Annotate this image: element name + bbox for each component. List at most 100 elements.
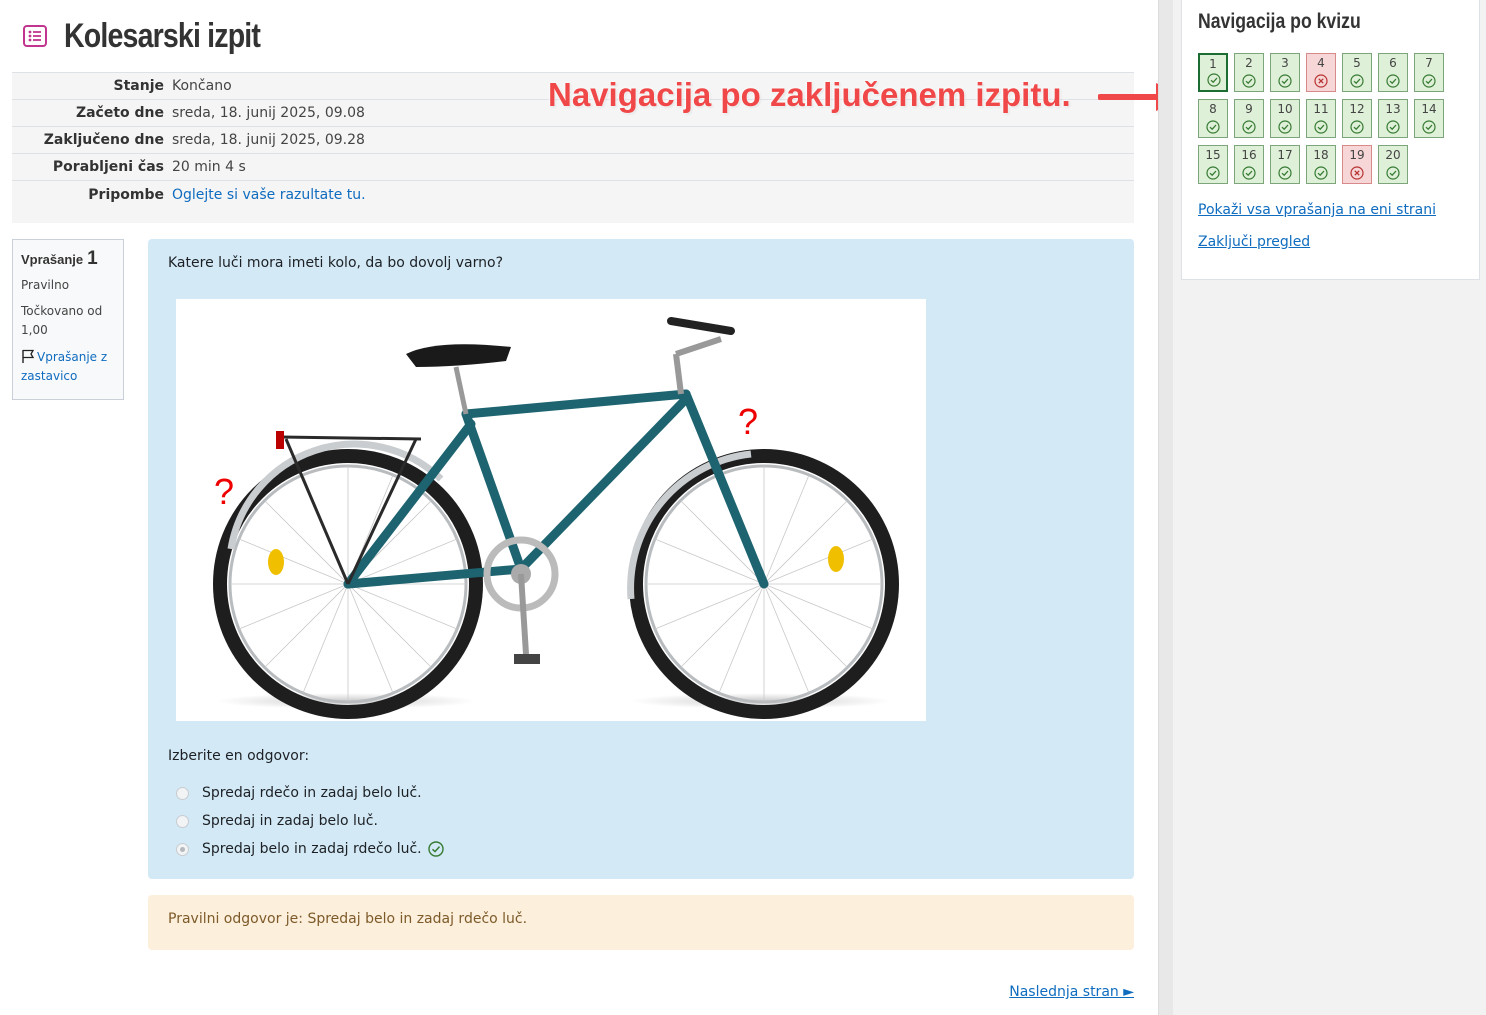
question-state: Pravilno (21, 278, 70, 292)
question-text: Katere luči mora imeti kolo, da bo dovol… (168, 255, 504, 271)
sidebar: Navigacija po kvizu 1 2 3 4 5 6 7 8 9 10 11 12 13 14 1… (1173, 0, 1486, 1015)
quiz-nav-button[interactable]: 7 (1414, 53, 1444, 92)
summary-label: Stanje (113, 78, 164, 94)
summary-value: sreda, 18. junij 2025, 09.28 (172, 132, 365, 148)
check-circle-icon (1386, 166, 1400, 180)
check-circle-icon (1242, 120, 1256, 134)
check-circle-icon (1386, 120, 1400, 134)
quiz-nav-number: 14 (1421, 102, 1437, 116)
quiz-nav-button[interactable]: 3 (1270, 53, 1300, 92)
check-circle-icon (1386, 74, 1400, 88)
question-number-value: 1 (87, 248, 98, 269)
check-circle-icon (1206, 166, 1220, 180)
answer-prompt: Izberite en odgovor: (168, 748, 310, 764)
answer-option[interactable]: Spredaj belo in zadaj rdečo luč. (176, 835, 444, 863)
summary-row-time: Porabljeni čas 20 min 4 s (12, 154, 1134, 181)
quiz-nav-button[interactable]: 19 (1342, 145, 1372, 184)
quiz-nav-button[interactable]: 1 (1198, 53, 1228, 92)
summary-row-completed: Zaključeno dne sreda, 18. junij 2025, 09… (12, 127, 1134, 154)
summary-label: Začeto dne (75, 105, 164, 121)
check-circle-icon (427, 841, 444, 857)
quiz-nav-number: 5 (1353, 56, 1361, 70)
check-circle-icon (1207, 73, 1221, 87)
quiz-nav-button[interactable]: 9 (1234, 99, 1264, 138)
check-circle-icon (1242, 166, 1256, 180)
show-all-questions-link[interactable]: Pokaži vsa vprašanja na eni strani (1198, 202, 1436, 218)
quiz-nav-button[interactable]: 17 (1270, 145, 1300, 184)
summary-value: Oglejte si vaše razultate tu. (172, 187, 1134, 203)
check-circle-icon (1314, 120, 1328, 134)
quiz-navigation-block: Navigacija po kvizu 1 2 3 4 5 6 7 8 9 10 11 12 13 14 1… (1181, 0, 1480, 280)
flag-icon (21, 349, 35, 363)
answer-radio[interactable] (176, 842, 189, 856)
question-content: Katere luči mora imeti kolo, da bo dovol… (148, 239, 1134, 879)
answer-radio[interactable] (176, 814, 189, 828)
quiz-nav-button[interactable]: 12 (1342, 99, 1372, 138)
answer-list: Spredaj rdečo in zadaj belo luč. Spredaj… (176, 779, 444, 863)
quiz-nav-number: 17 (1277, 148, 1293, 162)
check-circle-icon (1350, 120, 1364, 134)
quiz-nav-button[interactable]: 5 (1342, 53, 1372, 92)
question-grade: Točkovano od 1,00 (21, 304, 103, 337)
results-link[interactable]: Oglejte si vaše razultate tu. (172, 187, 366, 203)
page-title: Kolesarski izpit (64, 16, 261, 55)
quiz-nav-number: 12 (1349, 102, 1365, 116)
quiz-nav-button[interactable]: 11 (1306, 99, 1336, 138)
check-circle-icon (1422, 74, 1436, 88)
quiz-nav-number: 2 (1245, 56, 1253, 70)
quiz-nav-button[interactable]: 16 (1234, 145, 1264, 184)
quiz-nav-button[interactable]: 4 (1306, 53, 1336, 92)
question-info: Vprašanje 1 Pravilno Točkovano od 1,00 V… (12, 239, 124, 400)
page-header: Kolesarski izpit (22, 14, 297, 58)
summary-label: Zaključeno dne (43, 132, 164, 148)
quiz-nav-number: 7 (1425, 56, 1433, 70)
check-circle-icon (1350, 74, 1364, 88)
quiz-nav-button[interactable]: 10 (1270, 99, 1300, 138)
quiz-nav-button[interactable]: 2 (1234, 53, 1264, 92)
quiz-nav-button[interactable]: 14 (1414, 99, 1444, 138)
quiz-nav-number: 11 (1313, 102, 1329, 116)
quiz-nav-number: 9 (1245, 102, 1253, 116)
question-label: Vprašanje (21, 252, 84, 267)
page-scrollbar[interactable] (1158, 0, 1173, 1015)
quiz-nav-number: 15 (1205, 148, 1221, 162)
flag-question-link[interactable]: Vprašanje z zastavico (21, 348, 115, 386)
check-circle-icon (1422, 120, 1436, 134)
quiz-nav-button[interactable]: 8 (1198, 99, 1228, 138)
answer-label: Spredaj rdečo in zadaj belo luč. (202, 785, 422, 801)
quiz-nav-number: 18 (1313, 148, 1329, 162)
question-number: Vprašanje 1 (21, 248, 115, 270)
check-circle-icon (1206, 120, 1220, 134)
finish-review-link[interactable]: Zaključi pregled (1198, 234, 1310, 250)
annotation-label: Navigacija po zaključenem izpitu. (548, 76, 1071, 113)
quiz-icon (22, 23, 48, 49)
quiz-nav-number: 8 (1209, 102, 1217, 116)
quiz-nav-number: 4 (1317, 56, 1325, 70)
quiz-nav-number: 10 (1277, 102, 1293, 116)
answer-option[interactable]: Spredaj rdečo in zadaj belo luč. (176, 779, 444, 807)
summary-label: Porabljeni čas (52, 159, 164, 175)
answer-label: Spredaj in zadaj belo luč. (202, 813, 378, 829)
quiz-nav-button[interactable]: 18 (1306, 145, 1336, 184)
navigation-title: Navigacija po kvizu (1198, 10, 1361, 33)
quiz-nav-number: 19 (1349, 148, 1365, 162)
cross-circle-icon (1314, 74, 1328, 88)
next-page-link[interactable]: Naslednja stran ► (1009, 984, 1134, 1000)
main-region: Kolesarski izpit Stanje Končano Začeto d… (0, 0, 1186, 1015)
quiz-nav-button[interactable]: 13 (1378, 99, 1408, 138)
check-circle-icon (1278, 166, 1292, 180)
quiz-nav-number: 16 (1241, 148, 1257, 162)
quiz-nav-number: 13 (1385, 102, 1401, 116)
check-circle-icon (1314, 166, 1328, 180)
check-circle-icon (1242, 74, 1256, 88)
bicycle-image: ? ? (176, 299, 926, 721)
quiz-nav-number: 6 (1389, 56, 1397, 70)
quiz-nav-button[interactable]: 20 (1378, 145, 1408, 184)
quiz-nav-button[interactable]: 6 (1378, 53, 1408, 92)
correct-answer-feedback: Pravilni odgovor je: Spredaj belo in zad… (148, 895, 1134, 950)
answer-option[interactable]: Spredaj in zadaj belo luč. (176, 807, 444, 835)
rear-light-mark: ? (214, 471, 234, 512)
summary-label: Pripombe (88, 187, 164, 203)
answer-radio[interactable] (176, 786, 189, 800)
quiz-nav-button[interactable]: 15 (1198, 145, 1228, 184)
